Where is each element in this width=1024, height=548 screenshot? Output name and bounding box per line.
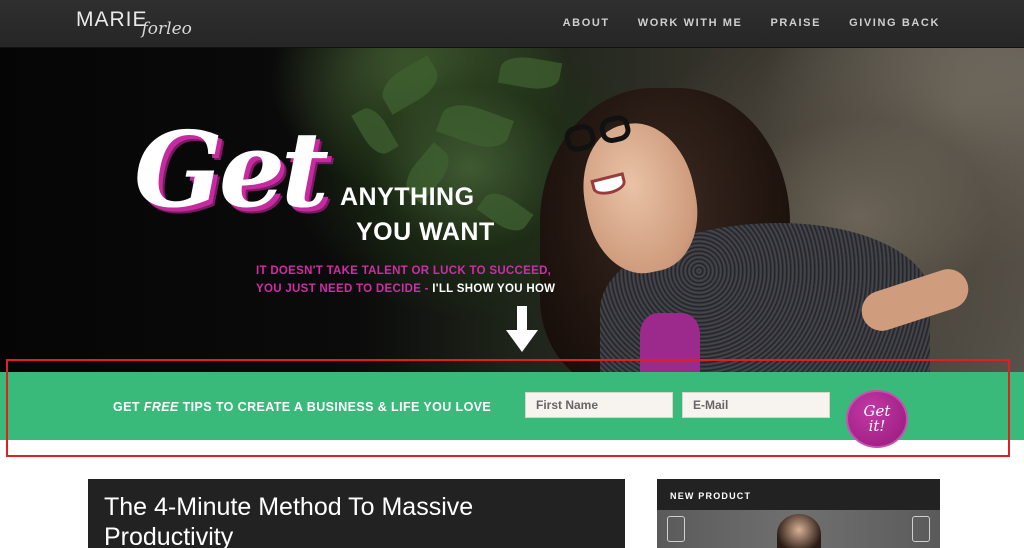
nav-link-about[interactable]: ABOUT [563,17,610,29]
new-product-image[interactable] [657,510,940,548]
nav-link-giving-back[interactable]: GIVING BACK [849,17,940,29]
main-nav: ABOUT WORK WITH ME PRAISE GIVING BACK [563,17,940,29]
ornament-icon [667,516,685,542]
hero-subline-2: YOU JUST NEED TO DECIDE - I'LL SHOW YOU … [256,283,555,295]
first-name-input[interactable] [525,392,673,418]
hero-headline-line1: ANYTHING [340,183,475,211]
optin-text-after: TIPS TO CREATE A BUSINESS & LIFE YOU LOV… [178,400,492,414]
hero-subline-2-white: I'LL SHOW YOU HOW [428,283,556,295]
get-it-button-line2: it! [868,417,886,435]
get-it-button[interactable]: Get it! [846,390,908,448]
hero-subline-1: IT DOESN'T TAKE TALENT OR LUCK TO SUCCEE… [256,265,552,277]
down-arrow-icon [506,306,538,352]
ornament-icon [912,516,930,542]
leaf-decoration [435,97,515,155]
site-logo[interactable]: MARIEforleo [76,8,198,40]
optin-text-emphasis: FREE [143,400,179,414]
hero-photo-top [640,313,700,372]
leaf-decoration [375,55,445,115]
nav-link-work-with-me[interactable]: WORK WITH ME [638,17,743,29]
new-product-label: NEW PRODUCT [670,491,752,501]
top-nav: MARIEforleo ABOUT WORK WITH ME PRAISE GI… [0,0,1024,48]
product-photo-person [777,514,821,548]
hero-script-get: Get [134,108,329,231]
hero-headline-line2: YOU WANT [356,218,495,246]
nav-link-praise[interactable]: PRAISE [771,17,822,29]
hero-subline-2-pink: YOU JUST NEED TO DECIDE - [256,283,429,295]
logo-text-main: MARIE [76,8,148,31]
logo-text-script: forleo [141,19,192,39]
leaf-decoration [497,53,563,93]
optin-text-before: GET [113,400,144,414]
email-input[interactable] [682,392,830,418]
optin-text: GET FREE TIPS TO CREATE A BUSINESS & LIF… [113,400,491,414]
article-title-link[interactable]: The 4-Minute Method To Massive Productiv… [104,492,604,548]
